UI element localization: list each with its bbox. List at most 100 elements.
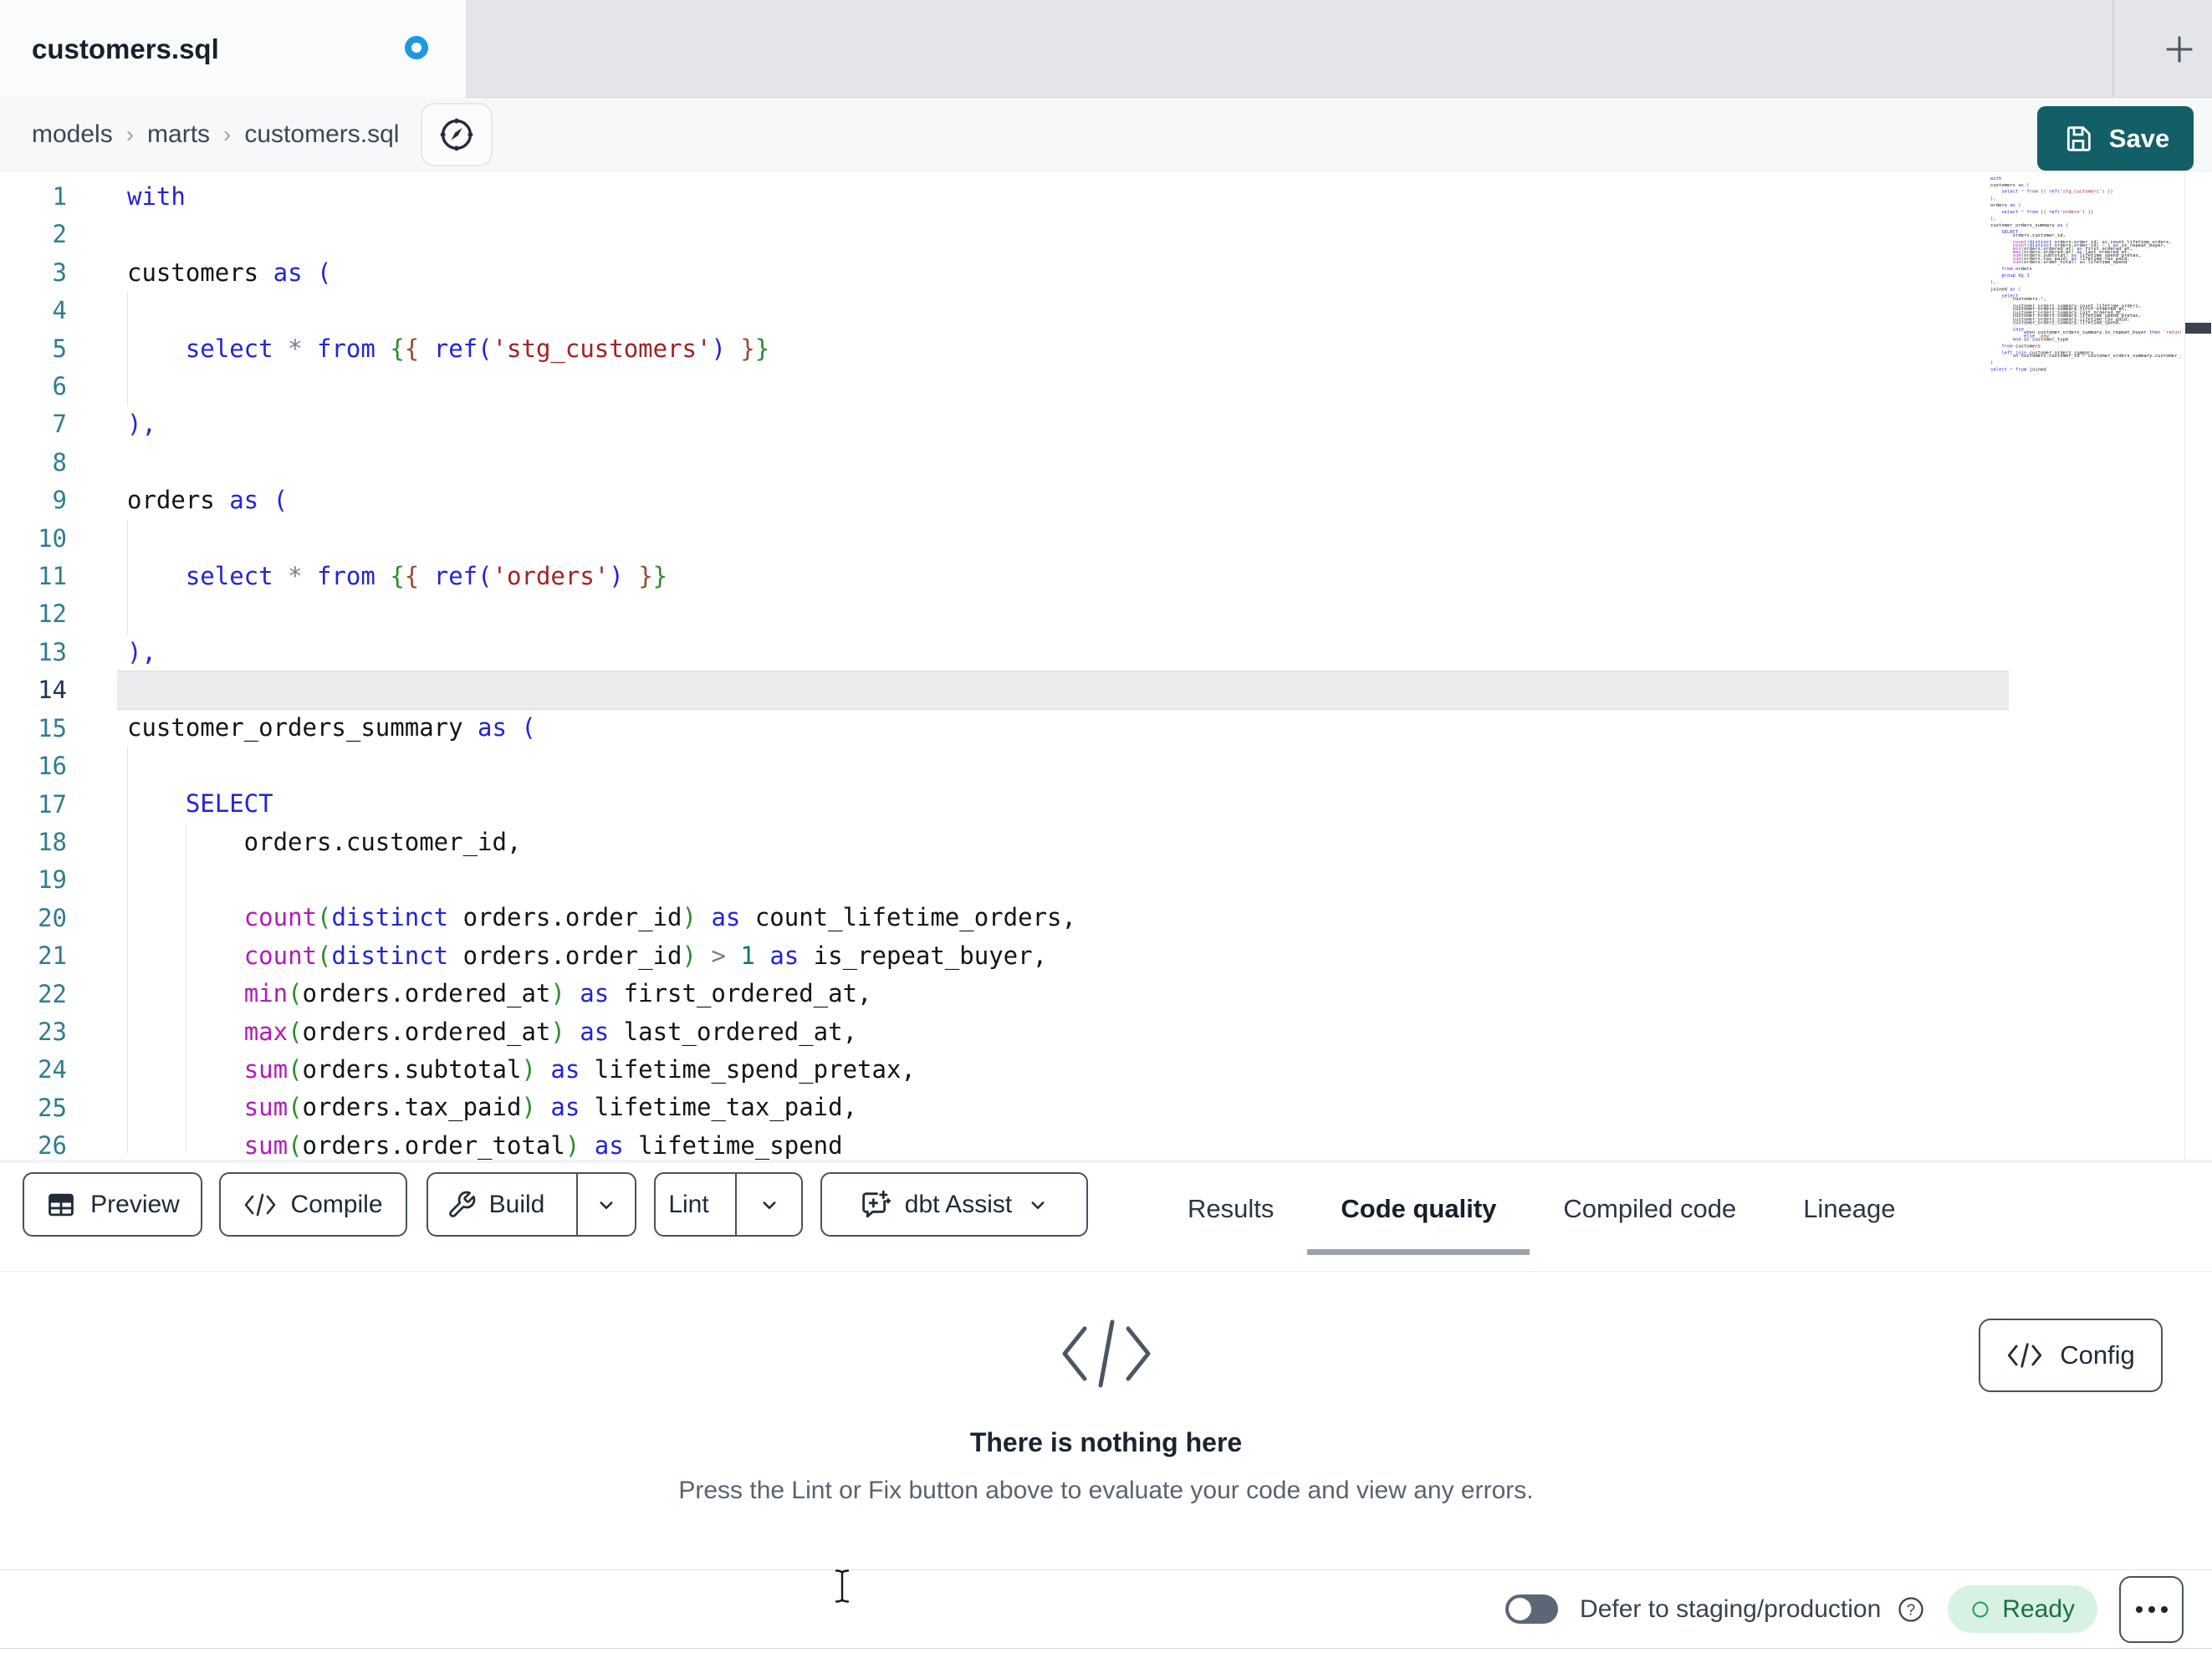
- code-content[interactable]: with customers as ( select * from {{ ref…: [127, 178, 1076, 1160]
- code-brackets-icon: [2006, 1341, 2043, 1370]
- line-number: 9: [52, 486, 67, 515]
- line-number: 24: [38, 1055, 67, 1084]
- chevron-down-icon: [1025, 1192, 1050, 1217]
- scrollbar-marker[interactable]: [2185, 323, 2211, 334]
- code-line[interactable]: orders.customer_id,: [127, 824, 1076, 861]
- code-line[interactable]: [127, 520, 1076, 558]
- assist-chat-sparkle-icon: [858, 1188, 891, 1222]
- code-line[interactable]: count(distinct orders.order_id) > 1 as i…: [127, 937, 1076, 975]
- plus-icon: [2160, 30, 2199, 69]
- code-line[interactable]: with: [127, 178, 1076, 216]
- minimap-line: select * from joined: [1990, 366, 2046, 372]
- line-number: 18: [38, 827, 67, 856]
- code-line[interactable]: sum(orders.tax_paid) as lifetime_tax_pai…: [127, 1089, 1076, 1126]
- code-line[interactable]: [127, 444, 1076, 482]
- code-brackets-icon: [1055, 1314, 1157, 1394]
- tab-lineage[interactable]: Lineage: [1770, 1163, 1928, 1255]
- lint-label: Lint: [668, 1190, 709, 1218]
- code-line[interactable]: max(orders.ordered_at) as last_ordered_a…: [127, 1013, 1076, 1051]
- file-action-row: models › marts › customers.sql Save: [0, 98, 2212, 171]
- build-dropdown-button[interactable]: [576, 1174, 635, 1235]
- preview-button[interactable]: Preview: [23, 1172, 202, 1237]
- ellipsis-icon: [2135, 1605, 2143, 1613]
- line-number: 7: [52, 410, 67, 439]
- code-line[interactable]: [127, 292, 1076, 329]
- breadcrumb-separator: ›: [223, 120, 232, 147]
- editor-tab-bar: customers.sql: [0, 0, 2212, 99]
- config-label: Config: [2060, 1340, 2135, 1370]
- line-number: 15: [38, 713, 67, 742]
- toggle-knob: [1509, 1598, 1532, 1620]
- line-number: 6: [52, 372, 67, 401]
- compile-button[interactable]: Compile: [219, 1172, 407, 1237]
- code-line[interactable]: orders as (: [127, 482, 1076, 519]
- code-editor[interactable]: 1 2 3 4 5 6 7 8 9 10 11 12 13 14 15 16 17 18 19 20 21 22 23 24 2…: [0, 171, 2212, 1160]
- line-number: 14: [38, 676, 67, 705]
- line-number: 10: [38, 523, 67, 553]
- lineage-navigate-button[interactable]: [421, 102, 493, 166]
- code-line[interactable]: ),: [127, 634, 1076, 671]
- tab-title: customers.sql: [32, 33, 219, 64]
- code-line[interactable]: ),: [127, 406, 1076, 443]
- code-line[interactable]: sum(orders.order_total) as lifetime_spen…: [127, 1127, 1076, 1160]
- lint-button[interactable]: Lint: [656, 1174, 722, 1235]
- unsaved-changes-dot: [405, 36, 428, 59]
- code-line[interactable]: count(distinct orders.order_id) as count…: [127, 899, 1076, 936]
- tab-customers-sql[interactable]: customers.sql: [0, 0, 466, 99]
- line-number: 2: [52, 220, 67, 249]
- line-number: 5: [52, 334, 67, 363]
- assist-label: dbt Assist: [904, 1190, 1013, 1218]
- build-button[interactable]: Build: [428, 1174, 563, 1235]
- results-panel-tabs: Results Code quality Compiled code Lineage: [1154, 1163, 1929, 1255]
- compass-icon: [437, 115, 477, 155]
- code-line[interactable]: select * from {{ ref('orders') }}: [127, 558, 1076, 595]
- build-split-button: Build: [427, 1172, 636, 1237]
- defer-toggle[interactable]: [1505, 1594, 1559, 1624]
- code-line[interactable]: [127, 671, 1076, 709]
- new-tab-button[interactable]: [2156, 26, 2203, 73]
- empty-state-subtitle: Press the Lint or Fix button above to ev…: [678, 1477, 1534, 1504]
- tab-code-quality[interactable]: Code quality: [1307, 1163, 1530, 1255]
- breadcrumb-item[interactable]: models: [32, 120, 113, 149]
- line-number: 12: [38, 599, 67, 629]
- status-bar: Defer to staging/production ? Ready: [0, 1569, 2212, 1649]
- dbt-assist-button[interactable]: dbt Assist: [820, 1172, 1088, 1237]
- save-floppy-icon: [2061, 122, 2095, 156]
- lint-dropdown-button[interactable]: [735, 1174, 801, 1235]
- code-line[interactable]: [127, 368, 1076, 406]
- ready-status-badge[interactable]: Ready: [1948, 1585, 2097, 1633]
- line-number: 25: [38, 1093, 67, 1122]
- code-line[interactable]: customers as (: [127, 254, 1076, 292]
- breadcrumb: models › marts › customers.sql: [32, 120, 399, 149]
- more-options-button[interactable]: [2119, 1575, 2184, 1643]
- svg-text:?: ?: [1907, 1600, 1915, 1618]
- line-number: 3: [52, 258, 67, 287]
- chevron-down-icon: [757, 1192, 782, 1217]
- code-line[interactable]: [127, 861, 1076, 899]
- save-button[interactable]: Save: [2037, 106, 2194, 171]
- code-line[interactable]: [127, 216, 1076, 253]
- code-line[interactable]: customer_orders_summary as (: [127, 709, 1076, 747]
- line-number: 16: [38, 752, 67, 781]
- ready-circle-icon: [1970, 1599, 1990, 1620]
- code-line[interactable]: [127, 747, 1076, 785]
- code-line[interactable]: sum(orders.subtotal) as lifetime_spend_p…: [127, 1051, 1076, 1089]
- breadcrumb-item[interactable]: customers.sql: [244, 120, 399, 149]
- line-number: 17: [38, 789, 67, 819]
- tab-results[interactable]: Results: [1154, 1163, 1307, 1255]
- breadcrumb-item[interactable]: marts: [147, 120, 210, 149]
- minimap[interactable]: with customers as ( select * from {{ ref…: [1990, 176, 2181, 379]
- table-icon: [45, 1189, 77, 1221]
- config-button[interactable]: Config: [1979, 1319, 2163, 1392]
- code-line[interactable]: [127, 595, 1076, 633]
- line-number: 1: [52, 182, 67, 211]
- minimap-line: on customers.customer_id = customer_orde…: [2012, 353, 2181, 359]
- scrollbar-track[interactable]: [2184, 171, 2185, 1160]
- preview-label: Preview: [90, 1190, 180, 1218]
- code-line[interactable]: SELECT: [127, 785, 1076, 823]
- code-line[interactable]: select * from {{ ref('stg_customers') }}: [127, 330, 1076, 368]
- build-label: Build: [488, 1190, 545, 1218]
- help-icon[interactable]: ?: [1896, 1594, 1926, 1625]
- tab-compiled-code[interactable]: Compiled code: [1530, 1163, 1770, 1255]
- code-line[interactable]: min(orders.ordered_at) as first_ordered_…: [127, 975, 1076, 1013]
